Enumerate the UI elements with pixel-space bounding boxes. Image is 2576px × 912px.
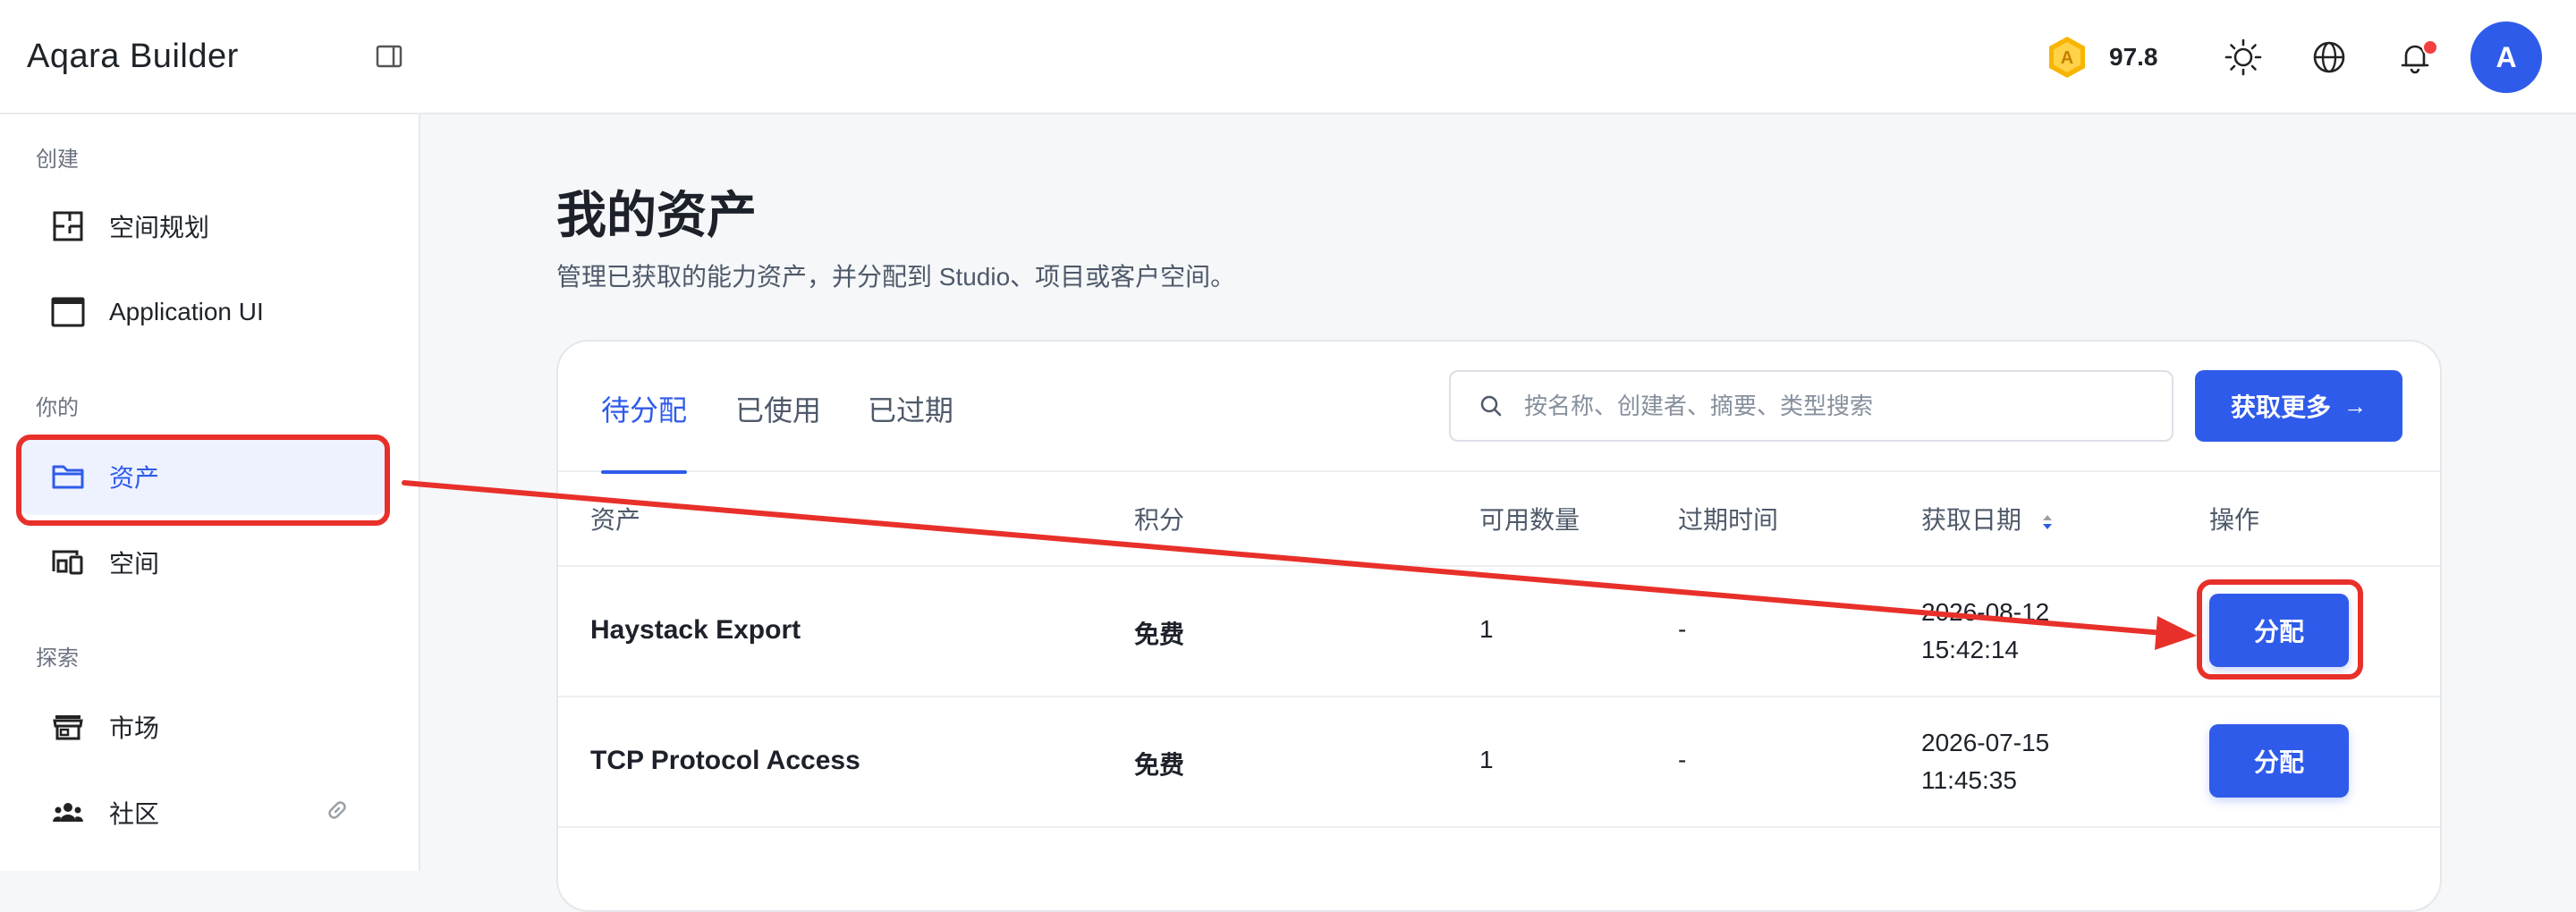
sidebar-item-community[interactable]: 社区 bbox=[20, 774, 386, 851]
floorplan-icon bbox=[53, 211, 83, 241]
asset-expiry: - bbox=[1678, 746, 1687, 773]
asset-points: 免费 bbox=[1134, 751, 1185, 779]
column-header-label: 获取日期 bbox=[1921, 506, 2022, 534]
assets-card: 待分配 已使用 已过期 获取更多 → 资产 积分 可用数量 过期时间 获取日期 … bbox=[556, 340, 2442, 912]
theme-sun-icon[interactable] bbox=[2224, 38, 2263, 77]
column-header-points: 积分 bbox=[1134, 506, 1185, 534]
sidebar-toggle-icon[interactable] bbox=[374, 41, 404, 72]
asset-acquired-date: 2026-08-12 15:42:14 bbox=[1921, 594, 2049, 669]
asset-points: 免费 bbox=[1134, 621, 1185, 648]
arrow-right-icon: → bbox=[2343, 392, 2367, 419]
assign-button[interactable]: 分配 bbox=[2209, 724, 2349, 798]
sidebar-item-application-ui[interactable]: Application UI bbox=[20, 274, 386, 350]
asset-name: Haystack Export bbox=[590, 615, 801, 645]
row-divider bbox=[558, 826, 2440, 828]
search-icon bbox=[1480, 395, 1502, 417]
sidebar-item-label: 社区 bbox=[109, 800, 160, 828]
devices-icon bbox=[52, 550, 83, 575]
page-title: 我的资产 bbox=[556, 187, 757, 243]
svg-text:A: A bbox=[2061, 48, 2073, 68]
section-label-explore: 探索 bbox=[36, 646, 79, 671]
search-box[interactable] bbox=[1449, 370, 2174, 442]
sidebar-item-label: 空间 bbox=[109, 550, 160, 578]
get-more-label: 获取更多 bbox=[2230, 393, 2331, 421]
globe-icon[interactable] bbox=[2309, 38, 2349, 77]
sidebar-item-label: Application UI bbox=[109, 298, 264, 325]
sidebar-item-market[interactable]: 市场 bbox=[20, 688, 386, 765]
asset-acquired-date: 2026-07-15 11:45:35 bbox=[1921, 724, 2049, 799]
date-text: 2026-07-15 bbox=[1921, 729, 2050, 756]
sidebar-item-label: 空间规划 bbox=[109, 214, 210, 241]
sort-icon[interactable] bbox=[2041, 510, 2054, 535]
date-text: 2026-08-12 bbox=[1921, 598, 2050, 626]
sidebar-item-spaces[interactable]: 空间 bbox=[20, 524, 386, 601]
section-label-create: 创建 bbox=[36, 148, 79, 172]
store-icon bbox=[53, 715, 83, 740]
asset-name: TCP Protocol Access bbox=[590, 746, 860, 775]
time-text: 15:42:14 bbox=[1921, 636, 2019, 663]
search-input[interactable] bbox=[1522, 391, 2152, 421]
column-header-quantity: 可用数量 bbox=[1479, 506, 1580, 534]
get-more-button[interactable]: 获取更多 → bbox=[2195, 370, 2402, 442]
active-tab-indicator bbox=[601, 470, 687, 474]
row-divider bbox=[558, 696, 2440, 697]
top-header: Aqara Builder A 97.8 A bbox=[0, 0, 2576, 114]
page-subtitle: 管理已获取的能力资产，并分配到 Studio、项目或客户空间。 bbox=[556, 263, 1236, 291]
tab-pending[interactable]: 待分配 bbox=[601, 388, 687, 429]
coin-icon: A bbox=[2049, 37, 2085, 78]
column-header-expiry: 过期时间 bbox=[1678, 506, 1779, 534]
window-icon bbox=[51, 297, 85, 327]
notification-dot bbox=[2422, 39, 2438, 55]
sidebar-item-label: 市场 bbox=[109, 714, 160, 742]
points-balance[interactable]: A 97.8 bbox=[2046, 34, 2158, 80]
column-header-asset: 资产 bbox=[590, 506, 641, 534]
community-icon bbox=[53, 803, 83, 822]
app-logo[interactable]: Aqara Builder bbox=[27, 34, 239, 79]
tab-used[interactable]: 已使用 bbox=[735, 388, 821, 429]
highlight-box-assign bbox=[2197, 579, 2363, 680]
sidebar-item-space-planning[interactable]: 空间规划 bbox=[20, 188, 386, 265]
section-label-yours: 你的 bbox=[36, 396, 79, 420]
points-value: 97.8 bbox=[2109, 43, 2158, 71]
asset-quantity: 1 bbox=[1479, 746, 1494, 773]
user-avatar[interactable]: A bbox=[2470, 21, 2542, 93]
time-text: 11:45:35 bbox=[1921, 766, 2017, 794]
column-header-actions: 操作 bbox=[2209, 506, 2260, 534]
tabs-divider bbox=[558, 470, 2440, 472]
row-divider bbox=[558, 565, 2440, 567]
highlight-box-assets bbox=[16, 435, 390, 526]
link-icon[interactable] bbox=[324, 797, 351, 823]
tab-expired[interactable]: 已过期 bbox=[868, 388, 953, 429]
asset-quantity: 1 bbox=[1479, 615, 1494, 643]
column-header-acquired-date[interactable]: 获取日期 bbox=[1921, 501, 2054, 536]
asset-expiry: - bbox=[1678, 615, 1687, 643]
